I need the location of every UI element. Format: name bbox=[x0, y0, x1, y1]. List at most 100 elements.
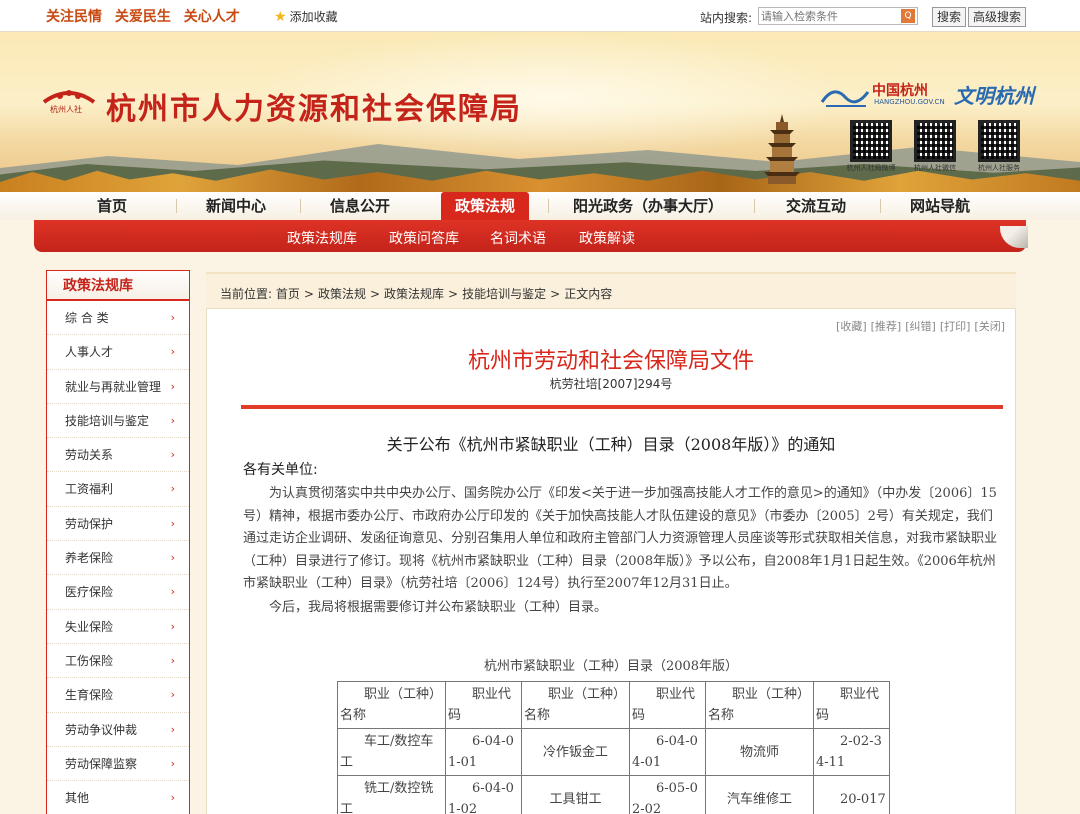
table-cell: 6-05-02-02 bbox=[632, 781, 698, 814]
notice-title: 关于公布《杭州市紧缺职业（工种）目录（2008年版）》的通知 bbox=[386, 435, 836, 454]
sidebar-item-label: 劳动关系 bbox=[65, 448, 114, 463]
favorite-link[interactable]: [收藏] bbox=[836, 320, 867, 333]
sidebar-item-general[interactable]: 综 合 类 › bbox=[47, 301, 189, 336]
logo-caption: 杭州人社 bbox=[50, 105, 82, 114]
close-link[interactable]: [关闭] bbox=[974, 320, 1005, 333]
salutation: 各有关单位: bbox=[243, 462, 318, 478]
table-cell: 6-04-04-01 bbox=[632, 734, 698, 770]
add-favorite-label: 添加收藏 bbox=[289, 10, 338, 24]
chevron-right-icon: › bbox=[170, 551, 175, 565]
subnav-interpretation[interactable]: 政策解读 bbox=[579, 228, 635, 248]
sidebar-item-labor-relations[interactable]: 劳动关系 › bbox=[47, 438, 189, 473]
paragraph: 今后，我局将根据需要修订并公布紧缺职业（工种）目录。 bbox=[269, 600, 608, 615]
print-link[interactable]: [打印] bbox=[940, 320, 971, 333]
table-header: 职业（工种）名称 bbox=[524, 687, 627, 723]
occupation-table: 职业（工种）名称 职业代码 职业（工种）名称 职业代码 职业（工种）名称 职业代… bbox=[337, 681, 890, 814]
sidebar-item-skills[interactable]: 技能培训与鉴定 › bbox=[47, 404, 189, 439]
breadcrumb-policy[interactable]: 政策法规 bbox=[318, 287, 366, 301]
sidebar-item-label: 就业与再就业管理 bbox=[65, 379, 162, 394]
document-number: 杭劳社培[2007]294号 bbox=[549, 377, 673, 391]
sidebar-item-wages[interactable]: 工资福利 › bbox=[47, 472, 189, 507]
breadcrumb-label: 当前位置: bbox=[220, 287, 273, 301]
chevron-right-icon: › bbox=[170, 619, 175, 633]
hangzhou-gov-name: 中国杭州 bbox=[872, 83, 928, 99]
table-cell: 工具钳工 bbox=[549, 791, 602, 807]
sidebar-item-personnel[interactable]: 人事人才 › bbox=[47, 335, 189, 370]
table-header: 职业（工种）名称 bbox=[340, 687, 443, 723]
red-divider bbox=[241, 405, 1003, 409]
chevron-right-icon: › bbox=[170, 482, 175, 496]
nav-interaction[interactable]: 交流互动 bbox=[772, 192, 860, 220]
table-cell: 6-04-01-01 bbox=[448, 734, 514, 770]
sidebar-item-injury[interactable]: 工伤保险 › bbox=[47, 644, 189, 679]
table-header: 职业代码 bbox=[632, 687, 696, 723]
advanced-search-button[interactable]: 高级搜索 bbox=[968, 7, 1027, 27]
nav-separator bbox=[176, 199, 177, 213]
breadcrumb-separator: > bbox=[369, 287, 381, 301]
nav-separator bbox=[880, 199, 881, 213]
qr-caption: 杭州人社局微博 bbox=[846, 164, 896, 172]
qr-caption: 杭州人社服务 bbox=[978, 164, 1020, 172]
sidebar-item-supervision[interactable]: 劳动保障监察 › bbox=[47, 747, 189, 782]
subnav-glossary[interactable]: 名词术语 bbox=[490, 228, 546, 248]
nav-info[interactable]: 信息公开 bbox=[316, 192, 404, 220]
slogan-1: 关注民情 bbox=[46, 9, 102, 25]
qr-code-icon bbox=[850, 120, 892, 162]
table-header-row: 职业（工种）名称 职业代码 职业（工种）名称 职业代码 职业（工种）名称 职业代… bbox=[337, 681, 890, 729]
sidebar-item-label: 生育保险 bbox=[65, 688, 114, 703]
table-cell: 6-04-01-02 bbox=[448, 781, 514, 814]
subnav-policy-library[interactable]: 政策法规库 bbox=[287, 228, 357, 248]
sub-nav: 政策法规库 政策问答库 名词术语 政策解读 bbox=[34, 220, 1026, 252]
table-cell: 车工/数控车工 bbox=[340, 734, 434, 770]
sidebar-item-label: 人事人才 bbox=[65, 345, 114, 360]
subnav-policy-qa[interactable]: 政策问答库 bbox=[389, 228, 459, 248]
search-button[interactable]: 搜索 bbox=[932, 7, 967, 27]
nav-separator bbox=[548, 199, 549, 213]
nav-sitemap[interactable]: 网站导航 bbox=[896, 192, 984, 220]
recommend-link[interactable]: [推荐] bbox=[871, 320, 902, 333]
sidebar-item-label: 养老保险 bbox=[65, 551, 114, 566]
sidebar-item-employment[interactable]: 就业与再就业管理 › bbox=[47, 370, 189, 404]
sidebar-item-label: 劳动保障监察 bbox=[65, 756, 138, 771]
nav-home[interactable]: 首页 bbox=[70, 192, 154, 220]
sidebar-item-label: 工伤保险 bbox=[65, 653, 114, 668]
table-caption: 杭州市紧缺职业（工种）目录（2008年版） bbox=[483, 659, 739, 674]
nav-news[interactable]: 新闻中心 bbox=[192, 192, 280, 220]
table-header: 职业（工种）名称 bbox=[708, 687, 811, 723]
search-go-icon[interactable]: Q bbox=[901, 9, 915, 23]
qr-caption: 杭州人社微信 bbox=[914, 164, 956, 172]
hangzhou-gov-url: HANGZHOU.GOV.CN bbox=[874, 98, 945, 106]
breadcrumb-separator: > bbox=[303, 287, 314, 301]
report-error-link[interactable]: [纠错] bbox=[905, 320, 936, 333]
breadcrumb-home[interactable]: 首页 bbox=[276, 287, 300, 301]
sidebar-item-pension[interactable]: 养老保险 › bbox=[47, 541, 189, 576]
sidebar-item-label: 技能培训与鉴定 bbox=[65, 413, 150, 428]
sidebar-item-label: 综 合 类 bbox=[65, 311, 109, 325]
breadcrumb-skills[interactable]: 技能培训与鉴定 bbox=[462, 287, 546, 301]
chevron-right-icon: › bbox=[170, 516, 175, 530]
civilized-hangzhou-logo[interactable]: 文明杭州 bbox=[954, 80, 1034, 109]
table-cell: 物流师 bbox=[739, 744, 779, 760]
chevron-right-icon: › bbox=[170, 311, 175, 324]
search-input[interactable] bbox=[759, 8, 899, 24]
sidebar-item-maternity[interactable]: 生育保险 › bbox=[47, 678, 189, 713]
sidebar-item-medical[interactable]: 医疗保险 › bbox=[47, 575, 189, 610]
slogan-2: 关爱民生 bbox=[114, 9, 171, 25]
nav-policy[interactable]: 政策法规 bbox=[441, 192, 529, 220]
breadcrumb-library[interactable]: 政策法规库 bbox=[384, 287, 444, 301]
sidebar-item-label: 医疗保险 bbox=[65, 585, 114, 600]
article-content: [收藏] [推荐] [纠错] [打印] [关闭] 杭州市劳动和社会保障局文件 杭劳社培[… bbox=[206, 308, 1016, 814]
chevron-right-icon: › bbox=[170, 413, 175, 427]
sidebar-item-label: 劳动争议仲裁 bbox=[65, 722, 138, 737]
sidebar-item-other[interactable]: 其他 › bbox=[47, 781, 189, 814]
add-favorite-link[interactable]: ★ 添加收藏 bbox=[274, 8, 338, 25]
sidebar-item-labor-protection[interactable]: 劳动保护 › bbox=[47, 507, 189, 542]
qr-code-icon bbox=[978, 120, 1020, 162]
sidebar-item-unemployment[interactable]: 失业保险 › bbox=[47, 610, 189, 644]
nav-services[interactable]: 阳光政务（办事大厅） bbox=[562, 192, 734, 220]
sidebar-item-arbitration[interactable]: 劳动争议仲裁 › bbox=[47, 713, 189, 747]
breadcrumb-bar: 当前位置: 首页 > 政策法规 > 政策法规库 > 技能培训与鉴定 > 正文内容 bbox=[206, 272, 1016, 308]
sidebar-title: 政策法规库 bbox=[47, 271, 189, 301]
site-title: 杭州市人力资源和社会保障局 bbox=[106, 92, 522, 127]
table-cell: 20-017 bbox=[840, 791, 886, 807]
